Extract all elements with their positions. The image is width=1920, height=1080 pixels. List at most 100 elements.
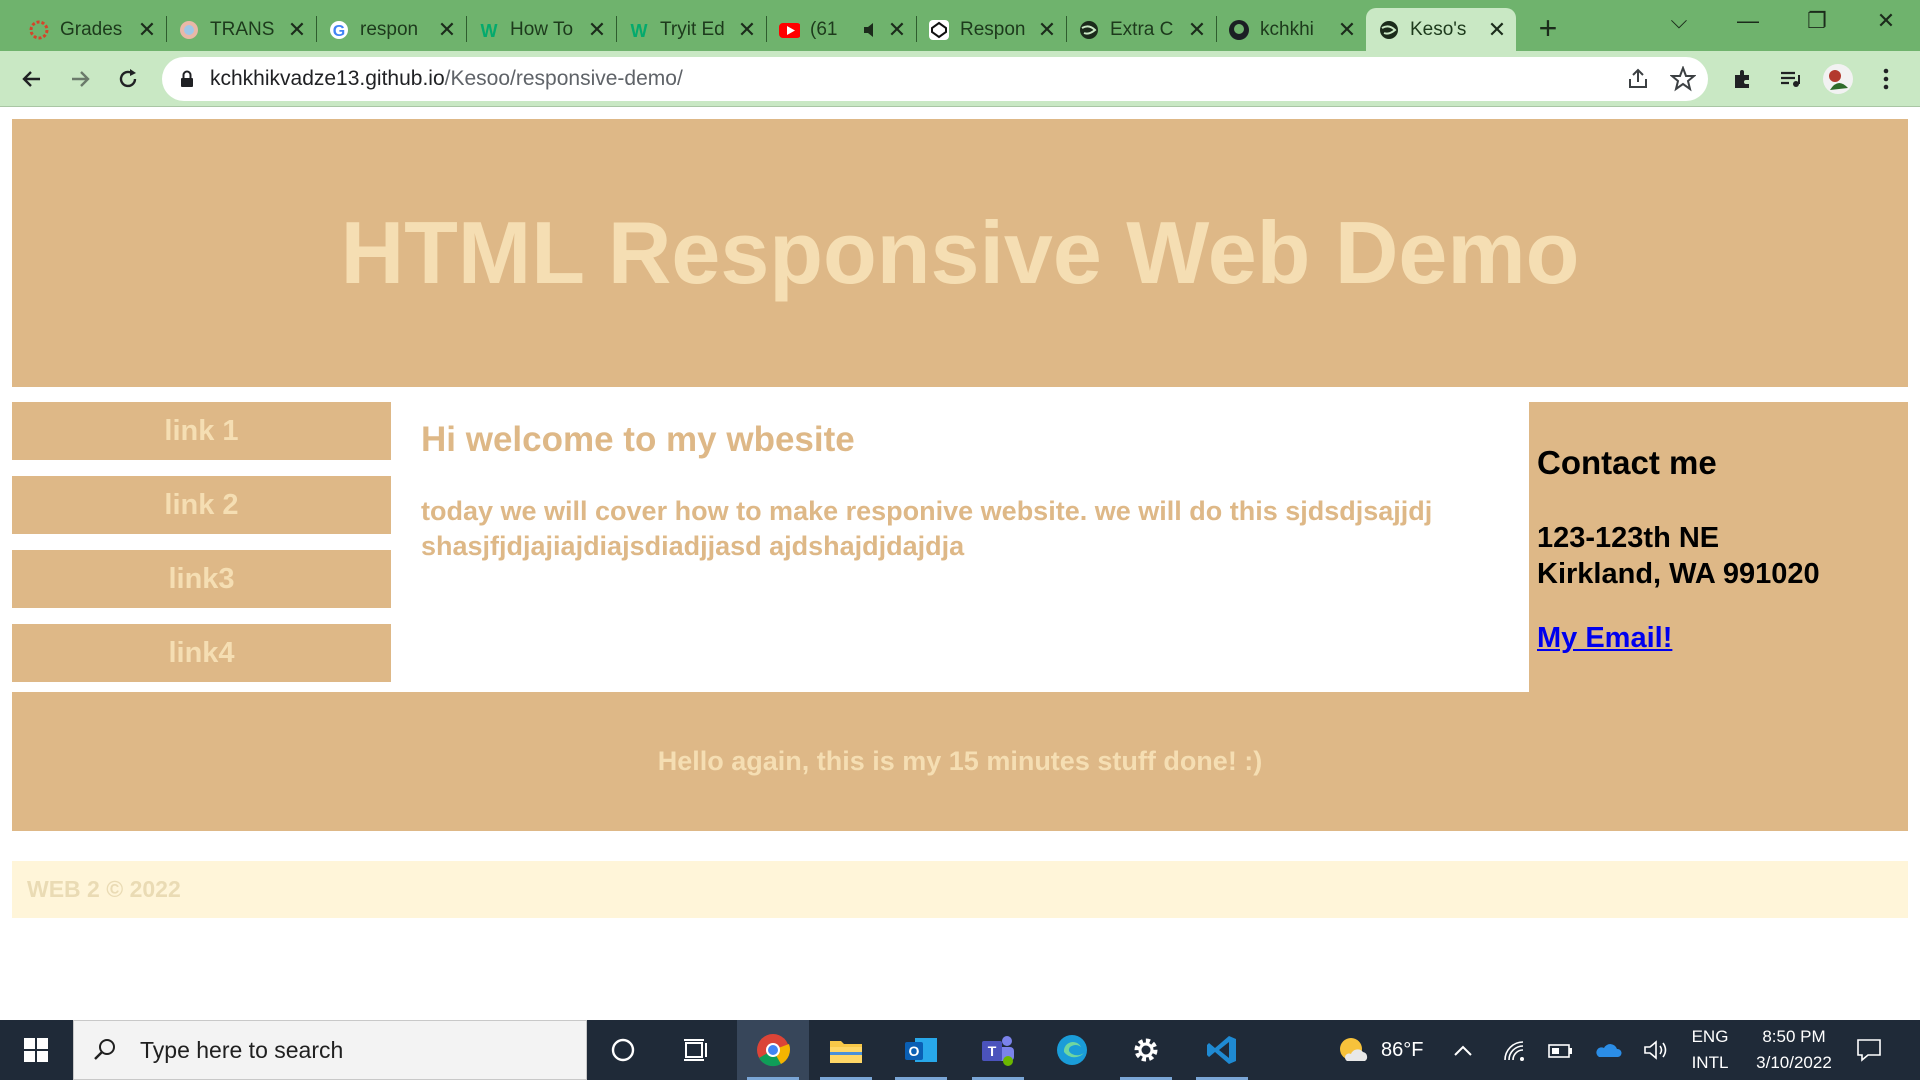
taskbar-outlook[interactable]: O xyxy=(885,1020,957,1080)
close-tab-icon[interactable]: ✕ xyxy=(886,17,908,43)
close-tab-icon[interactable]: ✕ xyxy=(736,17,758,43)
tab-title: respon xyxy=(360,18,419,40)
restore-button[interactable]: ❐ xyxy=(1797,8,1837,34)
tab-title: Keso's xyxy=(1410,18,1467,40)
start-button[interactable] xyxy=(0,1020,72,1080)
svg-text:O: O xyxy=(909,1043,920,1059)
teams-icon: T xyxy=(982,1036,1014,1066)
tab-title: TRANS xyxy=(210,18,275,40)
speaker-icon[interactable] xyxy=(860,19,882,41)
footer-text: Hello again, this is my 15 minutes stuff… xyxy=(657,746,1263,776)
tab-title: Extra C xyxy=(1110,18,1174,40)
taskbar-chrome[interactable] xyxy=(737,1020,809,1080)
main-heading: Hi welcome to my wbesite xyxy=(421,420,855,459)
lang-top: ENG xyxy=(1691,1027,1729,1046)
minimize-button[interactable]: — xyxy=(1728,8,1768,34)
nav-link-4[interactable]: link4 xyxy=(12,624,391,682)
tab-title: Grades xyxy=(60,18,123,40)
youtube-icon xyxy=(778,19,800,41)
svg-text:W: W xyxy=(631,21,648,41)
browser-tab[interactable]: Grades ✕ xyxy=(16,8,167,51)
taskbar-edge[interactable] xyxy=(1036,1020,1108,1080)
close-tab-icon[interactable]: ✕ xyxy=(1186,17,1208,43)
battery-icon[interactable] xyxy=(1547,1020,1573,1080)
close-tab-icon[interactable]: ✕ xyxy=(286,17,308,43)
browser-menu-icon[interactable] xyxy=(1870,63,1902,95)
github-icon xyxy=(1228,19,1250,41)
close-tab-icon[interactable]: ✕ xyxy=(1486,17,1508,43)
bookmark-star-icon[interactable] xyxy=(1669,65,1697,97)
close-window-button[interactable]: ✕ xyxy=(1866,8,1906,34)
lock-icon xyxy=(181,70,193,87)
browser-tab[interactable]: (61 ✕ xyxy=(766,8,917,51)
address-line-1: 123-123th NE xyxy=(1537,522,1720,554)
share-icon[interactable] xyxy=(1626,67,1650,96)
reload-button[interactable] xyxy=(110,61,146,97)
taskbar-teams[interactable]: T xyxy=(962,1020,1034,1080)
clock[interactable]: 8:50 PM 3/10/2022 xyxy=(1744,1020,1844,1080)
edge-icon xyxy=(1057,1035,1087,1065)
tab-title: (61 xyxy=(810,18,838,40)
close-tab-icon[interactable]: ✕ xyxy=(436,17,458,43)
globe-icon xyxy=(1378,19,1400,41)
browser-tab-strip: Grades ✕ TRANS ✕ G respon ✕ W How To ✕ W… xyxy=(0,0,1920,51)
taskbar-search-box[interactable]: Type here to search xyxy=(73,1020,587,1080)
close-tab-icon[interactable]: ✕ xyxy=(586,17,608,43)
nav-link-1[interactable]: link 1 xyxy=(12,402,391,460)
back-button[interactable] xyxy=(14,61,50,97)
close-tab-icon[interactable]: ✕ xyxy=(136,17,158,43)
weather-widget[interactable]: 86°F xyxy=(1337,1020,1423,1080)
media-control-icon[interactable] xyxy=(1774,63,1806,95)
address-bar[interactable]: kchkhikvadze13.github.io/Kesoo/responsiv… xyxy=(162,57,1708,101)
page-title: HTML Responsive Web Demo xyxy=(340,203,1580,302)
browser-tab[interactable]: kchkhi ✕ xyxy=(1216,8,1366,51)
onedrive-cloud-icon[interactable] xyxy=(1594,1020,1622,1080)
input-language-indicator[interactable]: ENG INTL xyxy=(1690,1020,1730,1080)
translate-icon xyxy=(178,19,200,41)
w-icon: W xyxy=(478,19,500,41)
side-navigation: link 1 link 2 link3 link4 xyxy=(12,402,391,698)
taskbar-settings[interactable] xyxy=(1110,1020,1182,1080)
new-tab-button[interactable]: + xyxy=(1533,10,1563,47)
nav-link-2[interactable]: link 2 xyxy=(12,476,391,534)
search-placeholder: Type here to search xyxy=(140,1036,344,1063)
browser-tab[interactable]: Extra C ✕ xyxy=(1066,8,1217,51)
email-link[interactable]: My Email! xyxy=(1537,622,1672,655)
browser-tab[interactable]: W Tryit Ed ✕ xyxy=(616,8,767,51)
reload-icon xyxy=(119,69,137,88)
taskbar-vscode[interactable] xyxy=(1186,1020,1258,1080)
main-paragraph: today we will cover how to make responiv… xyxy=(421,496,1433,561)
network-icon[interactable] xyxy=(1502,1020,1526,1080)
profile-avatar[interactable] xyxy=(1822,63,1854,95)
browser-tab[interactable]: TRANS ✕ xyxy=(166,8,317,51)
google-icon: G xyxy=(328,19,350,41)
main-content: Hi welcome to my wbesite today we will c… xyxy=(421,402,1521,564)
weather-temp: 86°F xyxy=(1381,1038,1424,1061)
contact-panel: Contact me 123-123th NE Kirkland, WA 991… xyxy=(1529,402,1908,696)
cortana-circle-icon xyxy=(611,1038,635,1062)
notification-center-icon[interactable] xyxy=(1856,1020,1882,1080)
cortana-button[interactable] xyxy=(587,1020,659,1080)
browser-tab[interactable]: W How To ✕ xyxy=(466,8,617,51)
tab-search-chevron-icon[interactable]: ⌵ xyxy=(1659,8,1699,34)
taskbar-file-explorer[interactable] xyxy=(810,1020,882,1080)
show-hidden-icons-chevron-icon[interactable] xyxy=(1452,1020,1474,1080)
volume-icon[interactable] xyxy=(1643,1020,1669,1080)
url-path: /Kesoo/responsive-demo/ xyxy=(444,67,683,90)
browser-tab[interactable]: G respon ✕ xyxy=(316,8,467,51)
gear-icon xyxy=(1134,1038,1158,1062)
weather-sun-cloud-icon xyxy=(1340,1038,1368,1061)
url-host: kchkhikvadze13.github.io xyxy=(210,67,445,90)
svg-text:T: T xyxy=(988,1043,997,1059)
site-header: HTML Responsive Web Demo xyxy=(12,119,1908,387)
task-view-icon xyxy=(684,1039,707,1061)
tab-title: Respon xyxy=(960,18,1026,40)
forward-button[interactable] xyxy=(62,61,98,97)
extensions-puzzle-icon[interactable] xyxy=(1727,63,1759,95)
close-tab-icon[interactable]: ✕ xyxy=(1036,17,1058,43)
close-tab-icon[interactable]: ✕ xyxy=(1336,17,1358,43)
task-view-button[interactable] xyxy=(660,1020,732,1080)
nav-link-3[interactable]: link3 xyxy=(12,550,391,608)
browser-tab[interactable]: Respon ✕ xyxy=(916,8,1067,51)
browser-tab-active[interactable]: Keso's ✕ xyxy=(1366,8,1516,51)
